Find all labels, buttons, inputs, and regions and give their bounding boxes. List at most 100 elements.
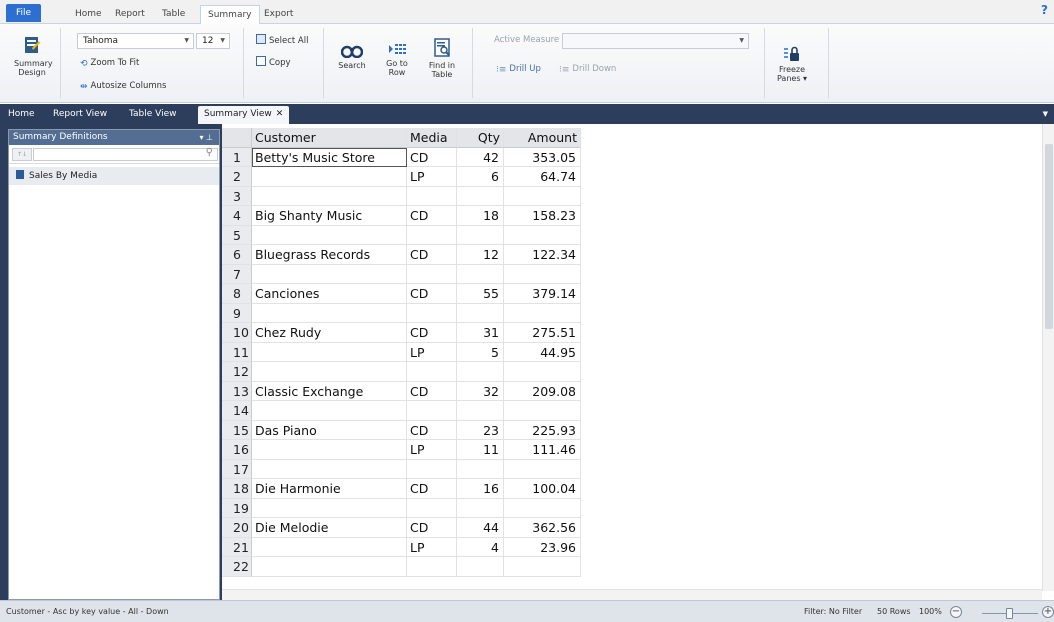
cell-qty[interactable] bbox=[457, 401, 504, 421]
cell-amount[interactable]: 122.34 bbox=[504, 245, 581, 265]
cell-qty[interactable] bbox=[457, 557, 504, 577]
cell-media[interactable]: LP bbox=[407, 537, 457, 557]
cell-customer[interactable] bbox=[252, 186, 407, 206]
column-header-amount[interactable]: Amount bbox=[504, 128, 581, 148]
doc-tab-home[interactable]: Home bbox=[2, 104, 41, 124]
cell-customer[interactable]: Classic Exchange bbox=[252, 381, 407, 401]
font-name-dropdown[interactable]: Tahoma ▼ bbox=[77, 33, 194, 49]
horizontal-scrollbar[interactable] bbox=[222, 589, 1042, 600]
row-number[interactable]: 11 bbox=[222, 342, 252, 362]
row-number[interactable]: 1 bbox=[222, 147, 252, 167]
row-number[interactable]: 7 bbox=[222, 264, 252, 284]
cell-media[interactable] bbox=[407, 225, 457, 245]
column-header-customer[interactable]: Customer bbox=[252, 128, 407, 148]
vertical-scrollbar[interactable] bbox=[1042, 124, 1054, 591]
cell-qty[interactable]: 23 bbox=[457, 420, 504, 440]
summary-design-button[interactable]: Summary Design bbox=[14, 34, 53, 77]
cell-qty[interactable] bbox=[457, 498, 504, 518]
cell-media[interactable]: CD bbox=[407, 479, 457, 499]
pin-icon[interactable]: ▾ ⊥ bbox=[199, 130, 213, 145]
cell-qty[interactable] bbox=[457, 186, 504, 206]
row-number[interactable]: 4 bbox=[222, 206, 252, 226]
cell-customer[interactable] bbox=[252, 167, 407, 187]
cell-qty[interactable]: 44 bbox=[457, 518, 504, 538]
vertical-scrollbar-thumb[interactable] bbox=[1045, 144, 1053, 329]
cell-customer[interactable]: Die Melodie bbox=[252, 518, 407, 538]
cell-media[interactable] bbox=[407, 557, 457, 577]
cell-amount[interactable]: 44.95 bbox=[504, 342, 581, 362]
zoom-in-button[interactable]: + bbox=[1042, 606, 1054, 618]
tab-summary[interactable]: Summary bbox=[200, 5, 260, 25]
autosize-columns-button[interactable]: ⇹ Autosize Columns bbox=[80, 81, 166, 92]
cell-amount[interactable]: 23.96 bbox=[504, 537, 581, 557]
drill-down-button[interactable]: ⁝≡ Drill Down bbox=[559, 64, 616, 75]
row-number[interactable]: 19 bbox=[222, 498, 252, 518]
go-to-row-button[interactable]: Go to Row bbox=[382, 42, 412, 77]
row-number[interactable]: 16 bbox=[222, 440, 252, 460]
doc-tab-table-view[interactable]: Table View bbox=[123, 104, 183, 124]
sort-button[interactable]: ↑↓ bbox=[12, 148, 32, 161]
row-number[interactable]: 21 bbox=[222, 537, 252, 557]
cell-amount[interactable]: 64.74 bbox=[504, 167, 581, 187]
tab-report[interactable]: Report bbox=[108, 5, 152, 24]
cell-amount[interactable]: 225.93 bbox=[504, 420, 581, 440]
column-header-qty[interactable]: Qty bbox=[457, 128, 504, 148]
cell-media[interactable]: CD bbox=[407, 420, 457, 440]
cell-amount[interactable]: 158.23 bbox=[504, 206, 581, 226]
cell-qty[interactable]: 12 bbox=[457, 245, 504, 265]
cell-amount[interactable] bbox=[504, 264, 581, 284]
cell-media[interactable]: CD bbox=[407, 518, 457, 538]
header-corner[interactable] bbox=[222, 128, 252, 148]
search-button[interactable]: Search bbox=[334, 42, 370, 70]
select-all-button[interactable]: Select All bbox=[256, 34, 308, 46]
close-icon[interactable]: ✕ bbox=[276, 109, 284, 119]
row-number[interactable]: 6 bbox=[222, 245, 252, 265]
tab-export[interactable]: Export bbox=[257, 5, 300, 24]
cell-amount[interactable]: 362.56 bbox=[504, 518, 581, 538]
cell-customer[interactable] bbox=[252, 440, 407, 460]
cell-customer[interactable] bbox=[252, 498, 407, 518]
cell-customer[interactable] bbox=[252, 557, 407, 577]
tab-home[interactable]: Home bbox=[68, 5, 109, 24]
cell-qty[interactable]: 55 bbox=[457, 284, 504, 304]
cell-amount[interactable] bbox=[504, 362, 581, 382]
cell-media[interactable]: LP bbox=[407, 167, 457, 187]
cell-media[interactable]: CD bbox=[407, 381, 457, 401]
cell-media[interactable]: CD bbox=[407, 323, 457, 343]
panel-search-input[interactable] bbox=[33, 148, 218, 161]
cell-media[interactable]: CD bbox=[407, 245, 457, 265]
cell-customer[interactable] bbox=[252, 401, 407, 421]
cell-amount[interactable]: 111.46 bbox=[504, 440, 581, 460]
cell-customer[interactable] bbox=[252, 362, 407, 382]
cell-qty[interactable]: 6 bbox=[457, 167, 504, 187]
doc-tab-summary-view[interactable]: Summary View ✕ bbox=[198, 106, 290, 124]
cell-media[interactable] bbox=[407, 303, 457, 323]
row-number[interactable]: 3 bbox=[222, 186, 252, 206]
active-measure-dropdown[interactable]: ▼ bbox=[562, 33, 749, 49]
cell-qty[interactable]: 16 bbox=[457, 479, 504, 499]
freeze-panes-button[interactable]: Freeze Panes ▾ bbox=[772, 46, 812, 83]
cell-media[interactable]: LP bbox=[407, 342, 457, 362]
tab-list-chevron-icon[interactable]: ▼ bbox=[1043, 110, 1048, 118]
cell-amount[interactable] bbox=[504, 557, 581, 577]
zoom-to-fit-button[interactable]: ⟲ Zoom To Fit bbox=[80, 58, 139, 69]
cell-media[interactable] bbox=[407, 498, 457, 518]
cell-customer[interactable]: Bluegrass Records bbox=[252, 245, 407, 265]
cell-media[interactable] bbox=[407, 401, 457, 421]
cell-customer[interactable] bbox=[252, 342, 407, 362]
row-number[interactable]: 13 bbox=[222, 381, 252, 401]
cell-amount[interactable] bbox=[504, 186, 581, 206]
cell-qty[interactable]: 32 bbox=[457, 381, 504, 401]
cell-amount[interactable]: 100.04 bbox=[504, 479, 581, 499]
cell-qty[interactable] bbox=[457, 459, 504, 479]
cell-customer[interactable] bbox=[252, 459, 407, 479]
row-number[interactable]: 5 bbox=[222, 225, 252, 245]
cell-customer[interactable] bbox=[252, 303, 407, 323]
row-number[interactable]: 15 bbox=[222, 420, 252, 440]
row-number[interactable]: 9 bbox=[222, 303, 252, 323]
cell-amount[interactable]: 379.14 bbox=[504, 284, 581, 304]
cell-amount[interactable] bbox=[504, 303, 581, 323]
zoom-out-button[interactable]: − bbox=[950, 606, 962, 618]
cell-customer[interactable]: Canciones bbox=[252, 284, 407, 304]
doc-tab-report-view[interactable]: Report View bbox=[47, 104, 113, 124]
